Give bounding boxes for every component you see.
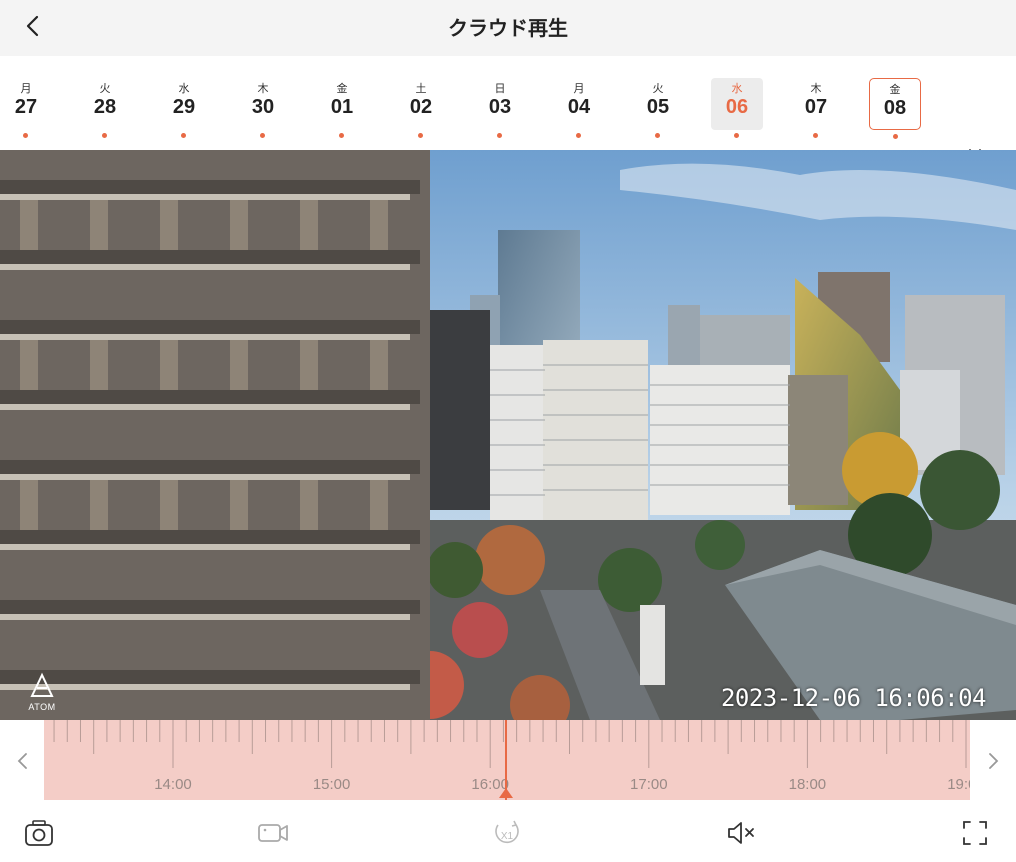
date-item[interactable]: 日 03 xyxy=(474,78,526,138)
day-of-week: 火 xyxy=(652,83,664,95)
atom-logo-icon xyxy=(30,672,54,697)
recording-dot xyxy=(260,133,265,138)
day-of-week: 土 xyxy=(415,83,427,95)
date-item[interactable]: 金 01 xyxy=(316,78,368,138)
day-number: 03 xyxy=(488,96,512,118)
day-number: 06 xyxy=(725,96,749,118)
day-number: 02 xyxy=(409,96,433,118)
page-title: クラウド再生 xyxy=(448,18,568,40)
day-of-week: 木 xyxy=(810,83,822,95)
recording-dot xyxy=(418,133,423,138)
day-of-week: 日 xyxy=(494,83,506,95)
video-player[interactable]: ATOM 2023-12-06 16:06:04 xyxy=(0,150,1016,720)
date-item[interactable]: 月 27 xyxy=(0,78,52,138)
timeline-hour-label: 14:00 xyxy=(154,776,192,793)
timeline-hour-label: 18:00 xyxy=(788,776,827,793)
day-of-week: 金 xyxy=(336,83,348,95)
date-item[interactable]: 金 08 xyxy=(869,78,921,139)
recording-dot xyxy=(102,133,107,138)
recording-dot xyxy=(576,133,581,138)
recording-dot xyxy=(893,134,898,139)
logo-text: ATOM xyxy=(28,702,56,712)
camera-frame-image xyxy=(0,150,1016,720)
date-item[interactable]: 木 07 xyxy=(790,78,842,138)
date-item[interactable]: 月 04 xyxy=(553,78,605,138)
day-of-week: 金 xyxy=(889,84,901,96)
timeline-next-icon[interactable] xyxy=(978,746,1008,776)
day-number: 27 xyxy=(14,96,38,118)
day-of-week: 火 xyxy=(99,83,111,95)
playback-speed-x1-icon[interactable]: X1 xyxy=(490,816,524,850)
day-number: 29 xyxy=(172,96,196,118)
video-timestamp: 2023-12-06 16:06:04 xyxy=(720,684,987,712)
day-of-week: 水 xyxy=(731,83,743,95)
recording-dot xyxy=(181,133,186,138)
day-of-week: 月 xyxy=(20,83,32,95)
day-of-week: 水 xyxy=(178,83,190,95)
date-item[interactable]: 火 28 xyxy=(79,78,131,138)
recording-dot xyxy=(339,133,344,138)
day-number: 04 xyxy=(567,96,591,118)
playback-timeline[interactable]: 14:0015:0016:0017:0018:0019:00 xyxy=(0,720,1016,800)
fullscreen-icon[interactable] xyxy=(958,816,992,850)
date-item[interactable]: 水 29 xyxy=(158,78,210,138)
bottom-toolbar: X1 xyxy=(0,800,1016,862)
recording-dot xyxy=(497,133,502,138)
day-number: 30 xyxy=(251,96,275,118)
speed-label: X1 xyxy=(501,831,514,842)
day-of-week: 木 xyxy=(257,83,269,95)
timeline-hour-label: 19:00 xyxy=(947,776,970,793)
timeline-prev-icon[interactable] xyxy=(8,746,38,776)
recording-dot xyxy=(813,133,818,138)
date-item[interactable]: 水 06 xyxy=(711,78,763,138)
timeline-hour-label: 15:00 xyxy=(312,776,351,793)
camera-icon[interactable] xyxy=(22,816,56,850)
recording-dot xyxy=(734,133,739,138)
recording-dot xyxy=(23,133,28,138)
day-number: 07 xyxy=(804,96,828,118)
day-number: 05 xyxy=(646,96,670,118)
mute-icon[interactable] xyxy=(724,816,758,850)
date-selector: 月 27 火 28 水 29 木 30 金 01 土 02 日 03 月 04 火 05 水 06 木 07 金 08 xyxy=(0,56,1016,173)
date-item[interactable]: 木 30 xyxy=(237,78,289,138)
day-number: 28 xyxy=(93,96,117,118)
timeline-hour-label: 17:00 xyxy=(630,776,668,793)
date-item[interactable]: 土 02 xyxy=(395,78,447,138)
day-number: 01 xyxy=(330,96,354,118)
day-number: 08 xyxy=(883,97,907,119)
date-item[interactable]: 火 05 xyxy=(632,78,684,138)
recording-dot xyxy=(655,133,660,138)
day-of-week: 月 xyxy=(573,83,585,95)
app-header: クラウド再生 xyxy=(0,0,1016,56)
timeline-cursor-handle[interactable] xyxy=(499,788,513,798)
record-video-icon[interactable] xyxy=(256,816,290,850)
